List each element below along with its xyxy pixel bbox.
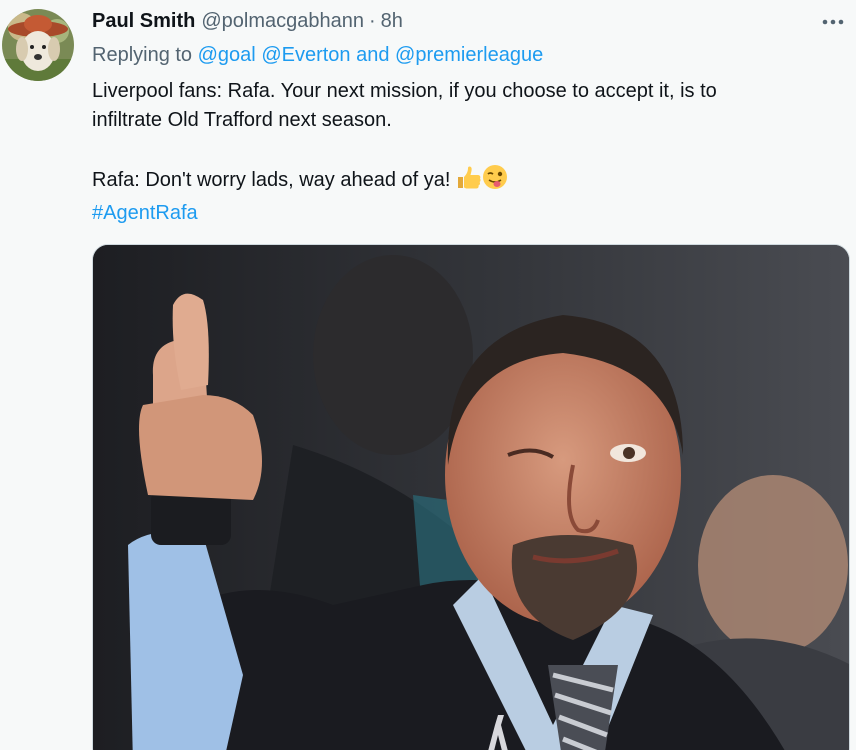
photo-man-thumbs-up-image	[93, 245, 849, 750]
dog-avatar-image	[2, 9, 74, 81]
tweet-text-line: infiltrate Old Trafford next season.	[92, 109, 392, 131]
hashtag-agentrafa-link[interactable]: #AgentRafa	[92, 199, 848, 228]
author-name[interactable]: Paul Smith	[92, 10, 195, 33]
replying-to: Replying to @goal @Everton and @premierl…	[92, 44, 848, 72]
tweet-text-line: Rafa: Don't worry lads, way ahead of ya!	[92, 164, 848, 199]
avatar[interactable]	[2, 9, 74, 81]
replying-to-label: Replying to	[92, 44, 193, 66]
mention-everton-link[interactable]: @Everton	[261, 44, 350, 66]
thumbs-up-emoji-icon	[456, 166, 482, 199]
more-horizontal-icon	[822, 19, 844, 25]
author-handle[interactable]: @polmacgabhann	[201, 10, 364, 33]
timestamp[interactable]: 8h	[381, 10, 403, 33]
tweet-text-line-3: Rafa: Don't worry lads, way ahead of ya!	[92, 169, 451, 191]
tweet-header: Paul Smith @polmacgabhann · 8h	[92, 10, 848, 38]
more-options-button[interactable]	[818, 8, 848, 36]
mention-goal-link[interactable]: @goal	[198, 44, 256, 66]
tweet-text: Liverpool fans: Rafa. Your next mission,…	[92, 77, 848, 228]
separator-dot: ·	[369, 10, 376, 32]
winking-face-with-tongue-emoji-icon	[482, 164, 508, 199]
mention-premierleague-link[interactable]: @premierleague	[395, 44, 543, 66]
tweet-photo[interactable]	[92, 244, 850, 750]
tweet-text-line: Liverpool fans: Rafa. Your next mission,…	[92, 80, 717, 102]
tweet[interactable]: Paul Smith @polmacgabhann · 8h Replying …	[0, 0, 856, 750]
reply-and-others-link[interactable]: and	[356, 44, 389, 66]
tweet-content: Paul Smith @polmacgabhann · 8h Replying …	[92, 10, 848, 228]
